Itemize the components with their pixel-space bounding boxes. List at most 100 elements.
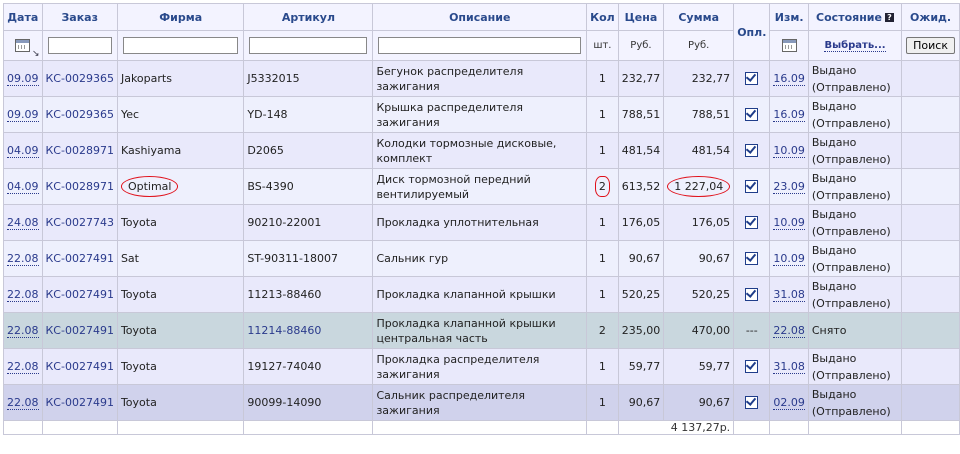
paid-placeholder: --- [745, 324, 758, 337]
expected-cell [901, 168, 960, 205]
sum-unit: Руб. [663, 30, 735, 61]
order-status: Выдано (Отправлено) [811, 135, 891, 166]
changed-date-link[interactable]: 02.09 [773, 396, 805, 410]
changed-date-link[interactable]: 16.09 [773, 72, 805, 86]
totals-row: 4 137,27р. [3, 420, 960, 435]
changed-date-link[interactable]: 31.08 [773, 288, 805, 302]
table-row[interactable]: 04.09 КС-0028971 Optimal BS-4390 Диск тормоз… [3, 168, 960, 205]
order-date-link[interactable]: 22.08 [7, 396, 39, 410]
quantity: 1 [598, 216, 606, 229]
unit-price: 59,77 [628, 360, 661, 373]
paid-checkbox[interactable] [745, 252, 759, 266]
firm-filter-cell [116, 30, 245, 61]
paid-checkbox[interactable] [745, 72, 759, 86]
expected-cell [901, 276, 960, 313]
col-header-paid[interactable]: Опл. [733, 3, 771, 61]
changed-date-link[interactable]: 31.08 [773, 360, 805, 374]
paid-checkbox[interactable] [745, 180, 759, 194]
help-icon[interactable]: ? [884, 13, 894, 22]
article-filter-input[interactable] [249, 37, 368, 54]
paid-checkbox[interactable] [745, 288, 759, 302]
order-number[interactable]: КС-0027491 [46, 252, 114, 265]
article-code: 19127-74040 [247, 360, 322, 373]
orders-table: Дата Заказ Фирма Артикул Описание Кол Це… [3, 3, 960, 435]
order-date-link[interactable]: 04.09 [7, 180, 39, 194]
changed-date-link[interactable]: 10.09 [773, 216, 805, 230]
col-header-qty[interactable]: Кол [586, 3, 619, 31]
col-header-changed[interactable]: Изм. [769, 3, 809, 31]
order-number[interactable]: КС-0027743 [46, 216, 114, 229]
order-number[interactable]: КС-0027491 [46, 324, 114, 337]
article-code[interactable]: 11214-88460 [247, 324, 321, 337]
changed-date-link[interactable]: 10.09 [773, 144, 805, 158]
order-status: Снято [811, 324, 847, 337]
description-filter-input[interactable] [378, 37, 582, 54]
paid-header-label: Опл. [737, 25, 767, 39]
part-description: Сальник распределителя зажигания [376, 388, 525, 417]
paid-checkbox[interactable] [745, 144, 759, 158]
order-date-link[interactable]: 22.08 [7, 324, 39, 338]
order-number[interactable]: КС-0027491 [46, 396, 114, 409]
table-row[interactable]: 24.08 КС-0027743 Toyota 90210-22001 Прокладк… [3, 204, 960, 241]
paid-checkbox[interactable] [745, 108, 759, 122]
order-date-link[interactable]: 09.09 [7, 108, 39, 122]
table-row[interactable]: 22.08 КС-0027491 Toyota 11213-88460 Прокладк… [3, 276, 960, 313]
article-code: 90099-14090 [247, 396, 322, 409]
changed-date-link[interactable]: 23.09 [773, 180, 805, 194]
table-row[interactable]: 04.09 КС-0028971 Kashiyama D2065 Колодки тор… [3, 132, 960, 169]
table-row[interactable]: 09.09 КС-0029365 Yec YD-148 Крышка распредел… [3, 96, 960, 133]
firm-name: Toyota [120, 360, 157, 373]
article-code: YD-148 [247, 108, 288, 121]
order-date-link[interactable]: 04.09 [7, 144, 39, 158]
col-header-price[interactable]: Цена [617, 3, 665, 31]
col-header-description[interactable]: Описание [372, 3, 588, 31]
expected-cell [901, 312, 960, 349]
table-row[interactable]: 22.08 КС-0027491 Sat ST-90311-18007 Сальник … [3, 240, 960, 277]
paid-checkbox[interactable] [745, 360, 759, 374]
calendar-icon[interactable] [15, 39, 31, 52]
changed-date-link[interactable]: 16.09 [773, 108, 805, 122]
col-header-order[interactable]: Заказ [41, 3, 118, 31]
order-date-link[interactable]: 22.08 [7, 360, 39, 374]
changed-date-link[interactable]: 22.08 [773, 324, 805, 338]
col-header-expected[interactable]: Ожид. [901, 3, 960, 31]
col-header-firm[interactable]: Фирма [116, 3, 245, 31]
order-date-link[interactable]: 09.09 [7, 72, 39, 86]
table-row[interactable]: 22.08 КС-0027491 Toyota 19127-74040 Прокладк… [3, 348, 960, 385]
order-date-link[interactable]: 22.08 [7, 252, 39, 266]
expected-cell [901, 60, 960, 97]
calendar-icon[interactable] [781, 39, 797, 52]
col-header-status[interactable]: Состояние? [807, 3, 903, 31]
order-date-link[interactable]: 22.08 [7, 288, 39, 302]
sort-arrow-icon[interactable]: ↘ [32, 49, 40, 59]
firm-name: Optimal [120, 176, 179, 197]
firm-filter-input[interactable] [122, 37, 239, 54]
table-row[interactable]: 22.08 КС-0027491 Toyota 11214-88460 Прокладк… [3, 312, 960, 349]
search-button[interactable]: Поиск [906, 37, 955, 54]
order-number[interactable]: КС-0029365 [46, 108, 114, 121]
firm-name: Toyota [120, 216, 157, 229]
expected-cell [901, 348, 960, 385]
order-number[interactable]: КС-0028971 [46, 180, 114, 193]
col-header-sum[interactable]: Сумма [663, 3, 735, 31]
status-choose-link[interactable]: Выбрать... [824, 40, 886, 52]
table-row[interactable]: 09.09 КС-0029365 Jakoparts J5332015 Бегунок … [3, 60, 960, 97]
order-date-link[interactable]: 24.08 [7, 216, 39, 230]
order-status: Выдано (Отправлено) [811, 171, 891, 202]
firm-name: Toyota [120, 288, 157, 301]
order-status: Выдано (Отправлено) [811, 243, 891, 274]
order-filter-input[interactable] [47, 37, 112, 54]
line-sum: 90,67 [698, 252, 731, 265]
col-header-date[interactable]: Дата [3, 3, 43, 31]
order-number[interactable]: КС-0027491 [46, 360, 114, 373]
changed-date-link[interactable]: 10.09 [773, 252, 805, 266]
table-row[interactable]: 22.08 КС-0027491 Toyota 90099-14090 Сальник … [3, 384, 960, 421]
paid-checkbox[interactable] [745, 396, 759, 410]
order-number[interactable]: КС-0027491 [46, 288, 114, 301]
unit-price: 235,00 [621, 324, 661, 337]
order-status: Выдано (Отправлено) [811, 99, 891, 130]
order-number[interactable]: КС-0029365 [46, 72, 114, 85]
order-number[interactable]: КС-0028971 [46, 144, 114, 157]
paid-checkbox[interactable] [745, 216, 759, 230]
col-header-article[interactable]: Артикул [243, 3, 374, 31]
